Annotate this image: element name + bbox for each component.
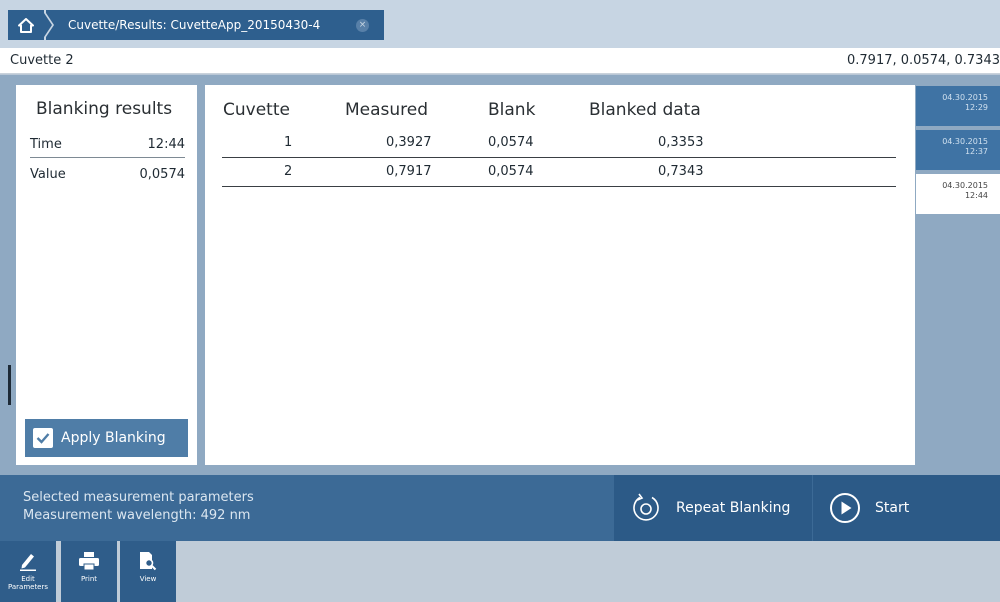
- column-header-blanked-data: Blanked data: [589, 100, 701, 120]
- results-table: Cuvette Measured Blank Blanked data 1 0,…: [205, 85, 915, 465]
- history-tab-3[interactable]: 04.30.2015 12:44: [916, 174, 1000, 214]
- info-line-parameters: Selected measurement parameters: [23, 490, 254, 505]
- history-time: 12:29: [964, 103, 988, 112]
- print-button[interactable]: Print: [61, 541, 117, 602]
- history-date: 04.30.2015: [942, 137, 988, 146]
- column-header-cuvette: Cuvette: [223, 100, 290, 120]
- cuvette-label: Cuvette 2: [10, 53, 74, 68]
- cell-blank: 0,0574: [488, 164, 534, 179]
- table-row[interactable]: 2 0,7917 0,0574 0,7343: [222, 158, 896, 187]
- cell-cuvette: 1: [284, 135, 293, 150]
- apply-blanking-button[interactable]: Apply Blanking: [25, 419, 188, 457]
- tab-label: Cuvette/Results: CuvetteApp_20150430-4: [68, 18, 321, 32]
- close-icon[interactable]: ×: [356, 19, 369, 32]
- history-date: 04.30.2015: [942, 181, 988, 190]
- blanking-row-time: Time 12:44: [30, 132, 185, 158]
- home-button[interactable]: [8, 10, 44, 40]
- check-icon: [33, 428, 53, 448]
- cell-blank: 0,0574: [488, 135, 534, 150]
- edit-label-2: Parameters: [7, 583, 49, 591]
- bottom-toolbar: Edit Parameters Print View: [0, 541, 1000, 602]
- blanking-value: 12:44: [147, 137, 185, 152]
- history-date: 04.30.2015: [942, 93, 988, 102]
- pencil-icon: [20, 554, 36, 571]
- cell-measured: 0,3927: [386, 135, 432, 150]
- play-icon: [830, 493, 860, 523]
- cell-blanked: 0,7343: [658, 164, 704, 179]
- measurement-info-bar: Selected measurement parameters Measurem…: [0, 475, 1000, 541]
- history-time: 12:37: [964, 147, 988, 156]
- breadcrumb-separator-inner: [42, 10, 52, 40]
- results-tab[interactable]: Cuvette/Results: CuvetteApp_20150430-4: [46, 10, 384, 40]
- history-time: 12:44: [964, 191, 988, 200]
- blanking-title: Blanking results: [36, 99, 173, 119]
- view-button[interactable]: View: [120, 541, 176, 602]
- start-button[interactable]: Start: [813, 475, 1000, 541]
- cuvette-header: Cuvette 2 0.7917, 0.0574, 0.7343: [0, 48, 1000, 74]
- document-search-icon: [140, 552, 157, 571]
- start-label: Start: [875, 500, 910, 516]
- blanking-results-panel: Blanking results Time 12:44 Value 0,0574…: [16, 85, 197, 465]
- print-label: Print: [80, 575, 98, 583]
- home-icon: [18, 17, 34, 33]
- cell-measured: 0,7917: [386, 164, 432, 179]
- edit-parameters-button[interactable]: Edit Parameters: [0, 541, 56, 602]
- blanking-row-value: Value 0,0574: [30, 162, 185, 188]
- printer-icon: [79, 552, 99, 571]
- cell-blanked: 0,3353: [658, 135, 704, 150]
- column-header-measured: Measured: [345, 100, 429, 120]
- scroll-marker: [8, 365, 11, 405]
- title-bar: Cuvette/Results: CuvetteApp_20150430-4 ×: [0, 0, 1000, 48]
- cell-cuvette: 2: [284, 164, 293, 179]
- blanking-value: 0,0574: [139, 167, 186, 182]
- table-row[interactable]: 1 0,3927 0,0574 0,3353: [222, 129, 896, 158]
- cuvette-values: 0.7917, 0.0574, 0.7343: [847, 53, 1000, 68]
- refresh-icon: [633, 493, 659, 521]
- repeat-blanking-label: Repeat Blanking: [676, 500, 791, 516]
- info-line-wavelength: Measurement wavelength: 492 nm: [23, 508, 251, 523]
- repeat-blanking-button[interactable]: Repeat Blanking: [614, 475, 812, 541]
- apply-blanking-label: Apply Blanking: [61, 430, 166, 446]
- measurement-info: Selected measurement parameters Measurem…: [23, 489, 254, 525]
- column-header-blank: Blank: [488, 100, 536, 120]
- blanking-key: Time: [30, 137, 62, 152]
- edit-label-1: Edit: [21, 575, 35, 583]
- history-tab-1[interactable]: 04.30.2015 12:29: [916, 86, 1000, 126]
- view-label: View: [139, 575, 157, 583]
- history-tab-2[interactable]: 04.30.2015 12:37: [916, 130, 1000, 170]
- main-area: Blanking results Time 12:44 Value 0,0574…: [0, 75, 1000, 475]
- blanking-key: Value: [30, 167, 66, 182]
